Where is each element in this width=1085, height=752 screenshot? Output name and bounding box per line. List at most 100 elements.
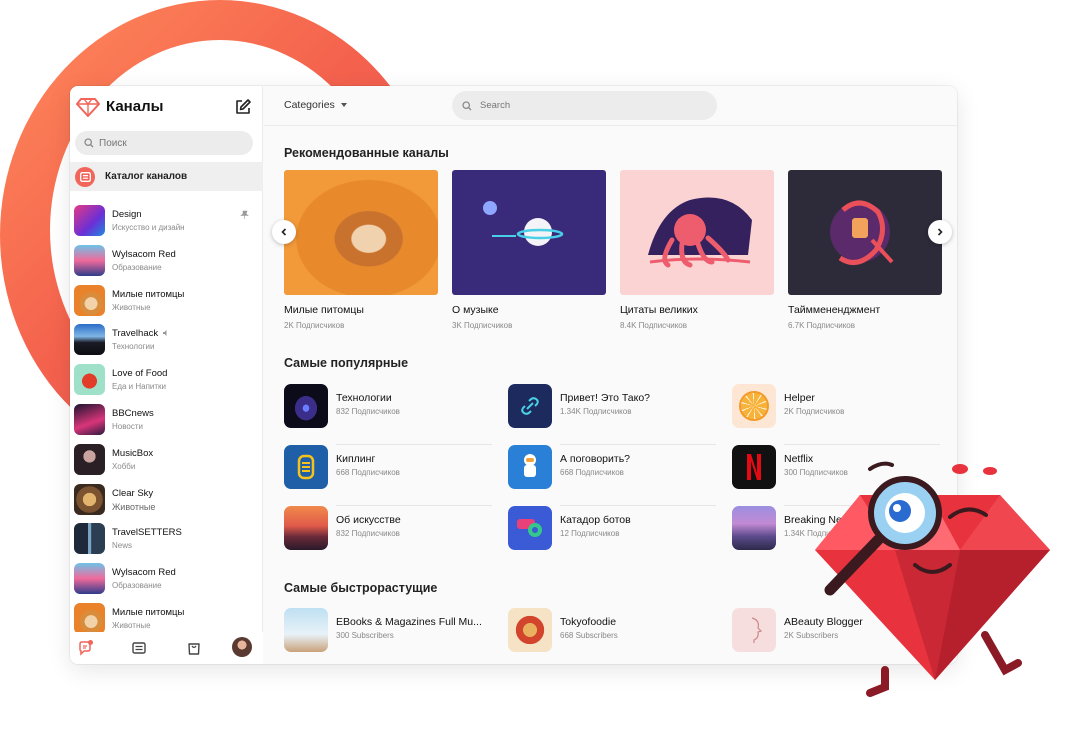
popular-item[interactable]: Катадор ботов 12 Подписчиков bbox=[508, 506, 716, 567]
search-icon bbox=[84, 138, 94, 148]
popular-thumbnail bbox=[732, 445, 776, 489]
popular-name: Киплинг bbox=[336, 453, 376, 465]
section-title-recommended: Рекомендованные каналы bbox=[284, 146, 449, 160]
popular-subscribers: 2K Подписчиков bbox=[784, 407, 845, 416]
recommended-subscribers: 2K Подписчиков bbox=[284, 321, 345, 330]
popular-subscribers: 832 Подписчиков bbox=[336, 407, 400, 416]
section-title-fastest: Самые быстрорастущие bbox=[284, 581, 438, 595]
recommended-subscribers: 6.7K Подписчиков bbox=[788, 321, 856, 330]
channel-item-bbcnews[interactable]: BBCnews Новости bbox=[70, 400, 263, 440]
channel-category: Животные bbox=[112, 302, 151, 312]
ruby-logo-icon bbox=[76, 98, 100, 117]
ruby-mascot-illustration bbox=[815, 461, 1050, 697]
channel-item-pets[interactable]: Милые питомцы Животные bbox=[70, 281, 263, 321]
popular-thumbnail bbox=[508, 384, 552, 428]
popular-item[interactable]: Киплинг 668 Подписчиков bbox=[284, 445, 492, 506]
channel-name: Милые питомцы bbox=[112, 288, 185, 300]
popular-item[interactable]: Технологии 832 Подписчиков bbox=[284, 384, 492, 445]
recommended-card[interactable]: О музыке 3K Подписчиков bbox=[452, 170, 606, 330]
channel-category: Образование bbox=[112, 262, 162, 272]
catalog-nav-icon[interactable] bbox=[131, 640, 147, 656]
shopping-bag-icon[interactable] bbox=[186, 640, 202, 656]
recommended-card[interactable]: Цитаты великих 8.4K Подписчиков bbox=[620, 170, 774, 330]
channel-name: Travelhack bbox=[112, 328, 170, 339]
channel-item-travelsetters[interactable]: TravelSETTERS News bbox=[70, 519, 263, 559]
channel-item-wylsacom-2[interactable]: Wylsacom Red Образование bbox=[70, 559, 263, 599]
channel-thumbnail bbox=[74, 205, 105, 236]
channel-name: MusicBox bbox=[112, 447, 154, 459]
channel-thumbnail bbox=[74, 443, 105, 475]
popular-item[interactable]: Helper 2K Подписчиков bbox=[732, 384, 940, 445]
sidebar-search-input[interactable] bbox=[99, 137, 239, 149]
recommended-card[interactable]: Тайммененджмент 6.7K Подписчиков bbox=[788, 170, 942, 330]
recommended-subscribers: 8.4K Подписчиков bbox=[620, 321, 688, 330]
popular-thumbnail bbox=[508, 445, 552, 489]
fastest-item[interactable]: EBooks & Magazines Full Mu... 300 Subscr… bbox=[284, 608, 492, 664]
recommended-card[interactable]: Милые питомцы 2K Подписчиков bbox=[284, 170, 438, 330]
sidebar-title: Каналы bbox=[106, 98, 164, 115]
popular-item[interactable]: Об искусстве 832 Подписчиков bbox=[284, 506, 492, 567]
catalog-label: Каталог каналов bbox=[105, 171, 188, 182]
channel-item-wylsacom[interactable]: Wylsacom Red Образование bbox=[70, 241, 263, 281]
fastest-item[interactable]: Tokyofoodie 668 Subscribers bbox=[508, 608, 716, 664]
popular-thumbnail bbox=[284, 445, 328, 489]
carousel-next-button[interactable] bbox=[928, 220, 952, 244]
orange-slice-icon bbox=[739, 391, 769, 421]
chevron-down-icon bbox=[340, 103, 347, 107]
channel-category: Животные bbox=[112, 501, 156, 512]
main-search-input[interactable] bbox=[480, 100, 680, 111]
channel-name: Wylsacom Red bbox=[112, 567, 176, 579]
channel-thumbnail bbox=[74, 523, 105, 555]
channel-category: News bbox=[112, 541, 133, 551]
channel-item-musicbox[interactable]: MusicBox Хобби bbox=[70, 440, 263, 480]
popular-name: Технологии bbox=[336, 392, 392, 404]
chevron-right-icon bbox=[937, 228, 943, 236]
channel-thumbnail bbox=[74, 602, 105, 634]
planet-illustration bbox=[483, 201, 564, 246]
carousel-prev-button[interactable] bbox=[272, 220, 296, 244]
channel-list: Design Искусство и дизайн Wylsacom Red О… bbox=[70, 201, 263, 639]
popular-thumbnail bbox=[732, 506, 776, 550]
astronaut-icon bbox=[524, 454, 536, 477]
bottom-nav bbox=[70, 632, 263, 664]
channel-item-design[interactable]: Design Искусство и дизайн bbox=[70, 201, 263, 241]
popular-subscribers: 668 Подписчиков bbox=[560, 468, 624, 477]
channel-name: Design bbox=[112, 209, 142, 220]
main-search[interactable] bbox=[452, 91, 717, 120]
channel-item-clear-sky[interactable]: Clear Sky Животные bbox=[70, 480, 263, 520]
categories-label: Categories bbox=[284, 99, 335, 111]
topbar: Categories bbox=[264, 86, 957, 126]
channel-thumbnail bbox=[74, 364, 105, 396]
channel-name: BBCnews bbox=[112, 407, 154, 419]
popular-subscribers: 832 Подписчиков bbox=[336, 529, 400, 538]
channel-thumbnail bbox=[74, 284, 105, 316]
recommended-name: Тайммененджмент bbox=[788, 304, 881, 316]
channel-category: Животные bbox=[112, 620, 151, 630]
recommended-image bbox=[452, 170, 606, 295]
channel-category: Технологии bbox=[112, 342, 155, 352]
popular-name: Об искусстве bbox=[336, 514, 401, 526]
channel-category: Хобби bbox=[112, 461, 136, 471]
channel-name: Love of Food bbox=[112, 368, 168, 380]
chats-icon[interactable] bbox=[77, 640, 93, 656]
user-avatar[interactable] bbox=[232, 637, 252, 657]
popular-name: Helper bbox=[784, 392, 815, 404]
popular-item[interactable]: Привет! Это Тако? 1.34K Подписчиков bbox=[508, 384, 716, 445]
channel-category: Новости bbox=[112, 421, 143, 431]
link-icon bbox=[521, 397, 539, 415]
recommended-image bbox=[788, 170, 942, 295]
channel-name: Wylsacom Red bbox=[112, 248, 176, 260]
channel-thumbnail bbox=[74, 563, 105, 595]
fastest-thumbnail bbox=[508, 608, 552, 652]
channel-item-love-of-food[interactable]: Love of Food Еда и Напитки bbox=[70, 360, 263, 400]
catalog-button[interactable]: Каталог каналов bbox=[70, 162, 263, 191]
categories-dropdown[interactable]: Categories bbox=[284, 99, 347, 111]
popular-item[interactable]: А поговорить? 668 Подписчиков bbox=[508, 445, 716, 506]
channel-item-travelhack[interactable]: Travelhack Технологии bbox=[70, 320, 263, 360]
compose-icon[interactable] bbox=[234, 98, 252, 116]
sidebar-search[interactable] bbox=[75, 131, 253, 155]
netflix-logo-icon bbox=[747, 454, 761, 480]
channel-name-text: Travelhack bbox=[112, 328, 159, 340]
popular-name: А поговорить? bbox=[560, 453, 631, 465]
chevron-left-icon bbox=[281, 228, 287, 236]
